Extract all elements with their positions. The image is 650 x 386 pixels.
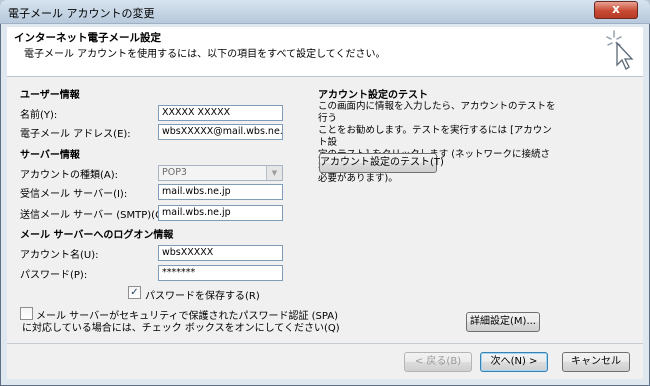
account-type-label: アカウントの種類(A): xyxy=(20,170,119,181)
chevron-down-icon: ▼ xyxy=(266,166,282,180)
header-subtitle: 電子メール アカウントを使用するには、以下の項目をすべて設定してください。 xyxy=(24,49,386,60)
window-title: 電子メール アカウントの変更 xyxy=(8,7,155,20)
test-heading: アカウント設定のテスト xyxy=(318,90,428,101)
test-desc-line1: この画面内に情報を入力したら、アカウントのテストを行う xyxy=(318,101,556,124)
test-desc-line4: 必要があります)。 xyxy=(318,173,398,184)
email-label: 電子メール アドレス(E): xyxy=(20,129,131,140)
remember-password-label: パスワードを保存する(R) xyxy=(145,291,260,302)
outgoing-server-label: 送信メール サーバー (SMTP)(O): xyxy=(20,210,171,221)
spa-label-line2: に対応している場合には、チェック ボックスをオンにしてください(Q) xyxy=(22,323,340,334)
name-input[interactable]: XXXXX XXXXX xyxy=(158,105,283,121)
remember-password-checkbox[interactable]: ✓ xyxy=(128,286,141,299)
header-panel: インターネット電子メール設定 電子メール アカウントを使用するには、以下の項目を… xyxy=(7,27,643,77)
more-settings-button[interactable]: 詳細設定(M)... xyxy=(466,312,540,332)
header-title: インターネット電子メール設定 xyxy=(14,32,161,44)
account-name-label: アカウント名(U): xyxy=(20,250,99,261)
title-bar: 電子メール アカウントの変更 x xyxy=(0,0,650,24)
checkmark-icon: ✓ xyxy=(130,287,139,298)
password-input[interactable]: ******* xyxy=(158,265,283,281)
account-type-value: POP3 xyxy=(162,167,187,178)
account-type-select[interactable]: POP3 ▼ xyxy=(158,165,283,181)
incoming-server-input[interactable]: mail.wbs.ne.jp xyxy=(158,184,283,200)
back-button[interactable]: < 戻る(B) xyxy=(404,352,472,372)
cursor-sparkle-icon xyxy=(606,30,634,70)
user-info-heading: ユーザー情報 xyxy=(20,90,80,101)
logon-info-heading: メール サーバーへのログオン情報 xyxy=(20,230,174,241)
email-input[interactable]: wbsXXXXX@mail.wbs.ne.jp xyxy=(158,124,283,140)
test-desc-line2: ことをお勧めします。テストを実行するには [アカウント設 xyxy=(318,125,552,148)
incoming-server-label: 受信メール サーバー(I): xyxy=(20,189,128,200)
close-button[interactable]: x xyxy=(594,1,638,19)
cancel-button[interactable]: キャンセル xyxy=(562,352,630,372)
outgoing-server-input[interactable]: mail.wbs.ne.jp xyxy=(158,205,283,221)
server-info-heading: サーバー情報 xyxy=(20,150,80,161)
name-label: 名前(Y): xyxy=(20,110,58,121)
test-account-button[interactable]: アカウント設定のテスト(T) xyxy=(319,153,444,173)
password-label: パスワード(P): xyxy=(20,270,88,281)
account-name-input[interactable]: wbsXXXXX xyxy=(158,245,283,261)
next-button[interactable]: 次へ(N) > xyxy=(480,352,548,372)
